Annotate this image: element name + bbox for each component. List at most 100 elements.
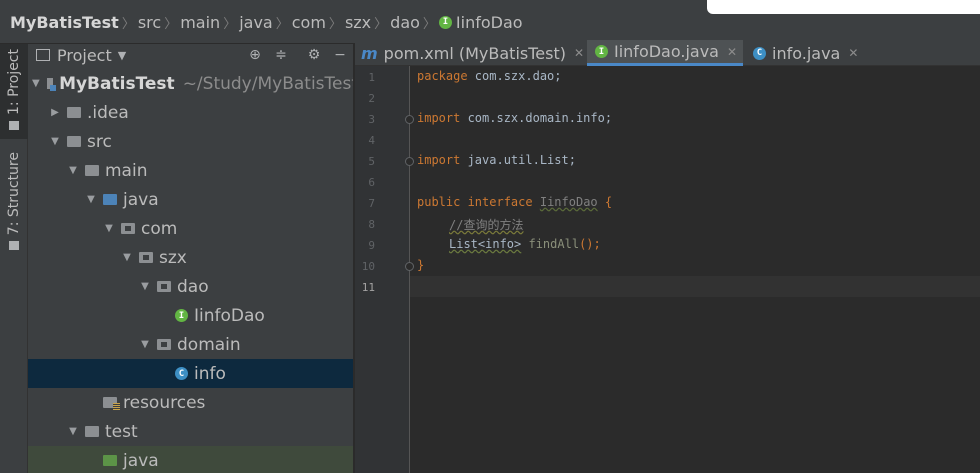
- package-icon: [121, 223, 135, 234]
- chevron-down-icon[interactable]: ▼: [86, 194, 96, 205]
- tab-label: info.java: [772, 43, 841, 63]
- structure-icon: [9, 241, 19, 251]
- tab-info-java[interactable]: C info.java ✕: [753, 40, 858, 66]
- resources-folder-icon: [103, 397, 120, 410]
- keyword: interface: [460, 195, 540, 209]
- chevron-down-icon[interactable]: ▼: [68, 426, 78, 437]
- tree-item-com[interactable]: ▼ com: [28, 214, 353, 243]
- package-icon: [157, 281, 171, 292]
- tab-iinfodao-java[interactable]: I IinfoDao.java ✕: [587, 40, 744, 66]
- code-line-10[interactable]: }: [417, 258, 424, 272]
- chevron-right-icon: 〉: [164, 16, 178, 32]
- tree-item-java[interactable]: ▼ java: [28, 185, 353, 214]
- tree-item-resources[interactable]: resources: [28, 388, 353, 417]
- tree-item-idea[interactable]: ▶ .idea: [28, 98, 353, 127]
- chevron-down-icon[interactable]: ▼: [140, 281, 150, 292]
- collapse-all-icon[interactable]: ≑: [272, 46, 290, 64]
- breadcrumb-szx[interactable]: szx: [345, 13, 371, 32]
- line-number-gutter[interactable]: 1 2 3 4 5 6 7 8 9 10 11: [355, 66, 414, 473]
- code-brace: }: [417, 258, 425, 272]
- tree-item-main[interactable]: ▼ main: [28, 156, 353, 185]
- tree-item-label: test: [105, 421, 138, 442]
- fold-icon[interactable]: [405, 262, 414, 271]
- project-panel-title: Project: [57, 45, 112, 65]
- breadcrumb-main[interactable]: main: [180, 13, 220, 32]
- chevron-down-icon[interactable]: ▼: [140, 339, 150, 350]
- gear-icon[interactable]: ⚙: [305, 46, 323, 64]
- breadcrumb-file[interactable]: IinfoDao: [456, 13, 523, 32]
- breadcrumb-src[interactable]: src: [138, 13, 161, 32]
- code-line-1[interactable]: package com.szx.dao;: [417, 69, 562, 83]
- tab-label: IinfoDao.java: [614, 42, 719, 61]
- editor-tabs: m pom.xml (MyBatisTest) ✕ I IinfoDao.jav…: [355, 40, 980, 66]
- tree-item-info[interactable]: C info: [28, 359, 353, 388]
- tree-item-domain[interactable]: ▼ domain: [28, 330, 353, 359]
- line-number: 9: [368, 239, 375, 252]
- breadcrumb-dao[interactable]: dao: [390, 13, 420, 32]
- code-brace: {: [597, 195, 613, 209]
- tree-item-iinfodao[interactable]: I IinfoDao: [28, 301, 353, 330]
- chevron-down-icon[interactable]: ▼: [104, 223, 114, 234]
- current-line-highlight: [410, 276, 980, 297]
- code-line-9[interactable]: List<info> findAll();: [449, 237, 601, 251]
- structure-tool-tab[interactable]: 7: Structure: [0, 152, 28, 292]
- tree-item-path: ~/Study/MyBatisTest: [182, 73, 354, 94]
- code-line-7[interactable]: public interface IinfoDao {: [417, 195, 612, 209]
- keyword: import: [417, 153, 461, 167]
- locate-icon[interactable]: ⊕: [246, 46, 264, 64]
- package-icon: [139, 252, 153, 263]
- project-panel: Project ▼ ⊕ ≑ ⚙ − ▼ MyBatisTest ~/Study/…: [28, 44, 354, 473]
- keyword: package: [417, 69, 468, 83]
- folder-icon: [85, 165, 99, 176]
- fold-icon[interactable]: [405, 157, 414, 166]
- code-line-5[interactable]: import java.util.List;: [417, 153, 576, 167]
- chevron-right-icon: 〉: [223, 16, 237, 32]
- chevron-right-icon[interactable]: ▶: [50, 107, 60, 118]
- close-icon[interactable]: ✕: [727, 45, 737, 59]
- tab-pom-xml[interactable]: m pom.xml (MyBatisTest) ✕: [361, 40, 584, 66]
- search-popup[interactable]: [707, 0, 980, 14]
- folder-icon: [67, 136, 81, 147]
- tree-item-label: java: [123, 450, 159, 471]
- tree-item-label: MyBatisTest: [59, 73, 175, 94]
- code-line-3[interactable]: import com.szx.domain.info;: [417, 111, 612, 125]
- tree-item-label: .idea: [87, 102, 129, 123]
- line-number-current: 11: [361, 281, 375, 294]
- tree-item-szx[interactable]: ▼ szx: [28, 243, 353, 272]
- chevron-down-icon[interactable]: ▼: [32, 78, 40, 89]
- chevron-right-icon: 〉: [121, 16, 135, 32]
- tree-item-dao[interactable]: ▼ dao: [28, 272, 353, 301]
- source-folder-icon: [103, 194, 117, 205]
- method-name: findAll: [528, 237, 580, 251]
- tree-item-project-root[interactable]: ▼ MyBatisTest ~/Study/MyBatisTest: [28, 69, 354, 98]
- chevron-down-icon[interactable]: ▼: [50, 136, 60, 147]
- project-view-selector[interactable]: Project ▼: [36, 44, 126, 66]
- interface-icon: I: [438, 15, 452, 29]
- tree-item-label: src: [87, 131, 112, 152]
- breadcrumb-com[interactable]: com: [292, 13, 326, 32]
- chevron-down-icon[interactable]: ▼: [122, 252, 132, 263]
- code-text: com.szx.domain.info;: [460, 111, 613, 125]
- breadcrumb-java[interactable]: java: [239, 13, 273, 32]
- tree-item-label: dao: [177, 276, 209, 297]
- breadcrumb-project[interactable]: MyBatisTest: [10, 13, 119, 32]
- tree-item-src[interactable]: ▼ src: [28, 127, 353, 156]
- hide-icon[interactable]: −: [331, 46, 349, 64]
- tool-window-strip: 1: Project 7: Structure: [0, 44, 28, 473]
- line-number: 5: [368, 155, 375, 168]
- tree-item-test[interactable]: ▼ test: [28, 417, 353, 446]
- close-icon[interactable]: ✕: [848, 46, 858, 60]
- close-icon[interactable]: ✕: [574, 46, 584, 60]
- project-tool-tab[interactable]: 1: Project: [0, 44, 28, 139]
- chevron-down-icon[interactable]: ▼: [68, 165, 78, 176]
- line-number: 4: [368, 134, 375, 147]
- class-icon: C: [175, 367, 188, 380]
- tree-item-test-java[interactable]: java: [28, 446, 353, 473]
- tree-item-label: szx: [159, 247, 187, 268]
- line-number: 2: [368, 92, 375, 105]
- code-text: ();: [579, 237, 601, 251]
- line-number: 7: [368, 197, 375, 210]
- code-line-8[interactable]: //查询的方法: [449, 216, 523, 233]
- breadcrumb: MyBatisTest 〉 src 〉 main 〉 java 〉 com 〉 …: [10, 10, 523, 34]
- fold-icon[interactable]: [405, 115, 414, 124]
